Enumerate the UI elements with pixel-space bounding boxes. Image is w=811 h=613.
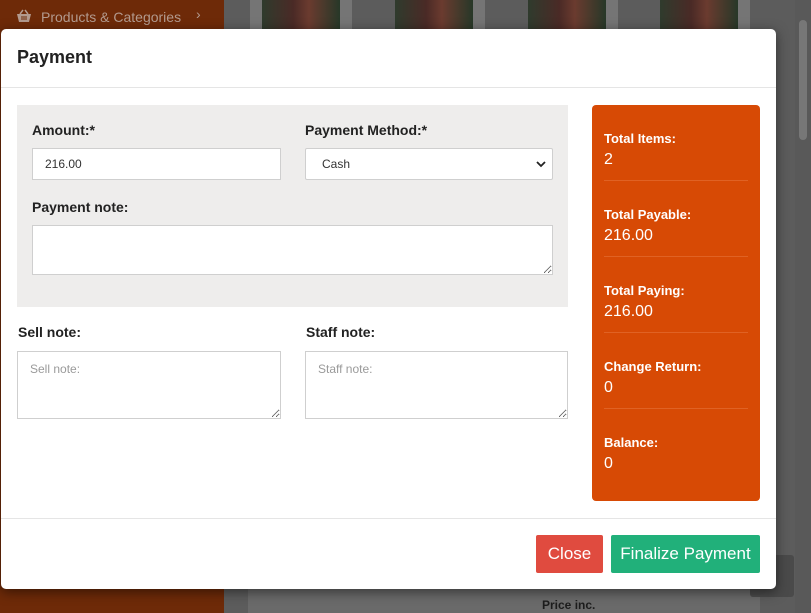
staff-note-textarea[interactable] (305, 351, 568, 419)
sell-note-textarea[interactable] (17, 351, 281, 419)
sell-note-label: Sell note: (18, 324, 82, 340)
summary-value: 216.00 (604, 227, 653, 244)
payment-method-select[interactable]: Cash (305, 148, 553, 180)
summary-label: Total Items: (604, 131, 676, 146)
price-inc-label: Price inc. (542, 598, 596, 612)
sidebar-item-products[interactable]: Products & Categories (16, 6, 181, 28)
product-thumbnail (528, 0, 606, 32)
background-divider (473, 0, 485, 32)
summary-label: Change Return: (604, 359, 702, 374)
amount-input[interactable] (32, 148, 281, 180)
summary-label: Balance: (604, 435, 659, 450)
background-divider (340, 0, 352, 32)
summary-total-items: Total Items: 2 (604, 105, 748, 181)
payment-method-label: Payment Method:* (305, 122, 428, 138)
chevron-down-icon (534, 157, 548, 171)
summary-value: 2 (604, 151, 613, 168)
amount-label: Amount:* (32, 122, 95, 138)
payment-method-value: Cash (322, 157, 351, 171)
summary-total-paying: Total Paying: 216.00 (604, 257, 748, 333)
finalize-payment-button[interactable]: Finalize Payment (611, 535, 760, 573)
scrollbar-thumb[interactable] (799, 20, 807, 140)
payment-row: Amount:* Payment Method:* Cash Payment n… (17, 105, 568, 307)
background-divider (606, 0, 618, 32)
product-thumbnail (660, 0, 738, 32)
payment-modal: Payment Amount:* Payment Method:* Cash P… (1, 29, 776, 589)
summary-value: 0 (604, 455, 613, 472)
summary-label: Total Paying: (604, 283, 685, 298)
sidebar-item-label: Products & Categories (41, 9, 182, 25)
page-scrollbar[interactable] (795, 0, 811, 613)
summary-value: 216.00 (604, 303, 653, 320)
payment-summary-panel: Total Items: 2 Total Payable: 216.00 Tot… (592, 105, 760, 501)
modal-footer: Close Finalize Payment (1, 518, 776, 589)
background-divider (738, 0, 750, 32)
background-divider (250, 0, 262, 32)
close-button[interactable]: Close (536, 535, 603, 573)
summary-change-return: Change Return: 0 (604, 333, 748, 409)
modal-title: Payment (17, 47, 93, 67)
chevron-right-icon: › (196, 6, 201, 22)
staff-note-label: Staff note: (306, 324, 376, 340)
summary-value: 0 (604, 379, 613, 396)
modal-header: Payment (1, 29, 776, 88)
payment-note-label: Payment note: (32, 199, 129, 215)
summary-total-payable: Total Payable: 216.00 (604, 181, 748, 257)
background-panel (248, 588, 760, 613)
product-thumbnail (395, 0, 473, 32)
summary-balance: Balance: 0 (604, 409, 748, 485)
summary-label: Total Payable: (604, 207, 692, 222)
payment-note-textarea[interactable] (32, 225, 553, 275)
basket-icon (16, 9, 32, 26)
product-thumbnail (262, 0, 340, 32)
